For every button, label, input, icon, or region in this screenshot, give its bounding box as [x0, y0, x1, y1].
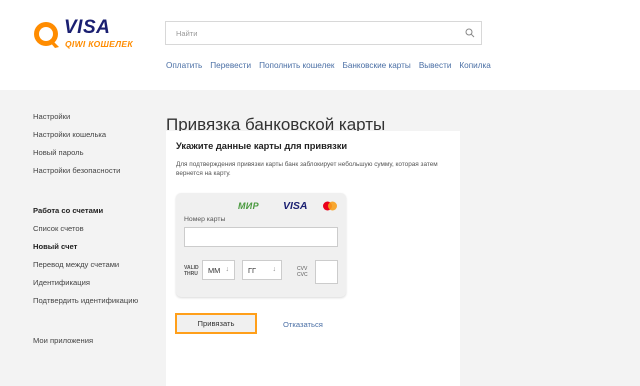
search-input[interactable]: [176, 22, 456, 44]
chevron-down-icon: ↓: [272, 266, 277, 273]
main-area: Настройки Настройки кошелька Новый парол…: [0, 90, 640, 386]
valid-thru-label: VALID THRU: [184, 265, 199, 277]
panel-description: Для подтверждения привязки карты банк за…: [176, 161, 438, 177]
card-number-label: Номер карты: [184, 216, 226, 223]
main-nav: Оплатить Перевести Пополнить кошелек Бан…: [166, 61, 499, 70]
month-select[interactable]: ММ ↓: [202, 260, 235, 280]
sidebar-item-confirm-identification[interactable]: Подтвердить идентификацию: [33, 292, 153, 310]
nav-pay[interactable]: Оплатить: [166, 61, 202, 70]
year-select-value: ГГ: [248, 266, 257, 275]
card-binding-panel: Укажите данные карты для привязки Для по…: [166, 131, 460, 386]
logo-visa-text: VISA: [64, 17, 111, 38]
bind-card-button[interactable]: Привязать: [175, 313, 257, 334]
sidebar: Настройки Настройки кошелька Новый парол…: [33, 108, 153, 350]
nav-topup[interactable]: Пополнить кошелек: [259, 61, 334, 70]
search-icon[interactable]: [465, 28, 475, 38]
sidebar-item-wallet-settings[interactable]: Настройки кошелька: [33, 126, 153, 144]
header: VISA QIWI КОШЕЛЕК Оплатить Перевести Поп…: [0, 0, 640, 90]
visa-logo: VISA: [283, 200, 308, 212]
sidebar-group-title-accounts: Работа со счетами: [33, 206, 104, 215]
sidebar-item-transfer-between[interactable]: Перевод между счетами: [33, 256, 153, 274]
search-box: [165, 21, 482, 45]
card-number-input[interactable]: [184, 227, 338, 247]
sidebar-item-new-account[interactable]: Новый счет: [33, 238, 153, 256]
sidebar-item-security-settings[interactable]: Настройки безопасности: [33, 162, 153, 180]
chevron-down-icon: ↓: [225, 266, 230, 273]
cvv-input[interactable]: [315, 260, 338, 284]
nav-piggy-bank[interactable]: Копилка: [459, 61, 490, 70]
nav-withdraw[interactable]: Вывести: [419, 61, 452, 70]
bank-card-form: МИР VISA Номер карты VALID THRU ММ ↓ ГГ …: [176, 193, 346, 297]
qiwi-bird-icon: [34, 22, 59, 48]
month-select-value: ММ: [208, 266, 221, 275]
qiwi-logo[interactable]: VISA QIWI КОШЕЛЕК: [32, 17, 142, 52]
mastercard-logo-icon: [323, 201, 337, 211]
mir-logo: МИР: [238, 201, 259, 211]
year-select[interactable]: ГГ ↓: [242, 260, 282, 280]
sidebar-item-identification[interactable]: Идентификация: [33, 274, 153, 292]
cvv-label: CVV CVC: [297, 266, 308, 278]
logo-wallet-text: QIWI КОШЕЛЕК: [65, 39, 133, 49]
cancel-link[interactable]: Отказаться: [283, 320, 323, 329]
sidebar-item-accounts-list[interactable]: Список счетов: [33, 220, 153, 238]
panel-heading: Укажите данные карты для привязки: [176, 141, 348, 151]
nav-bank-cards[interactable]: Банковские карты: [342, 61, 410, 70]
nav-transfer[interactable]: Перевести: [210, 61, 251, 70]
sidebar-item-my-apps[interactable]: Мои приложения: [33, 332, 153, 350]
sidebar-item-settings[interactable]: Настройки: [33, 108, 153, 126]
sidebar-item-new-password[interactable]: Новый пароль: [33, 144, 153, 162]
